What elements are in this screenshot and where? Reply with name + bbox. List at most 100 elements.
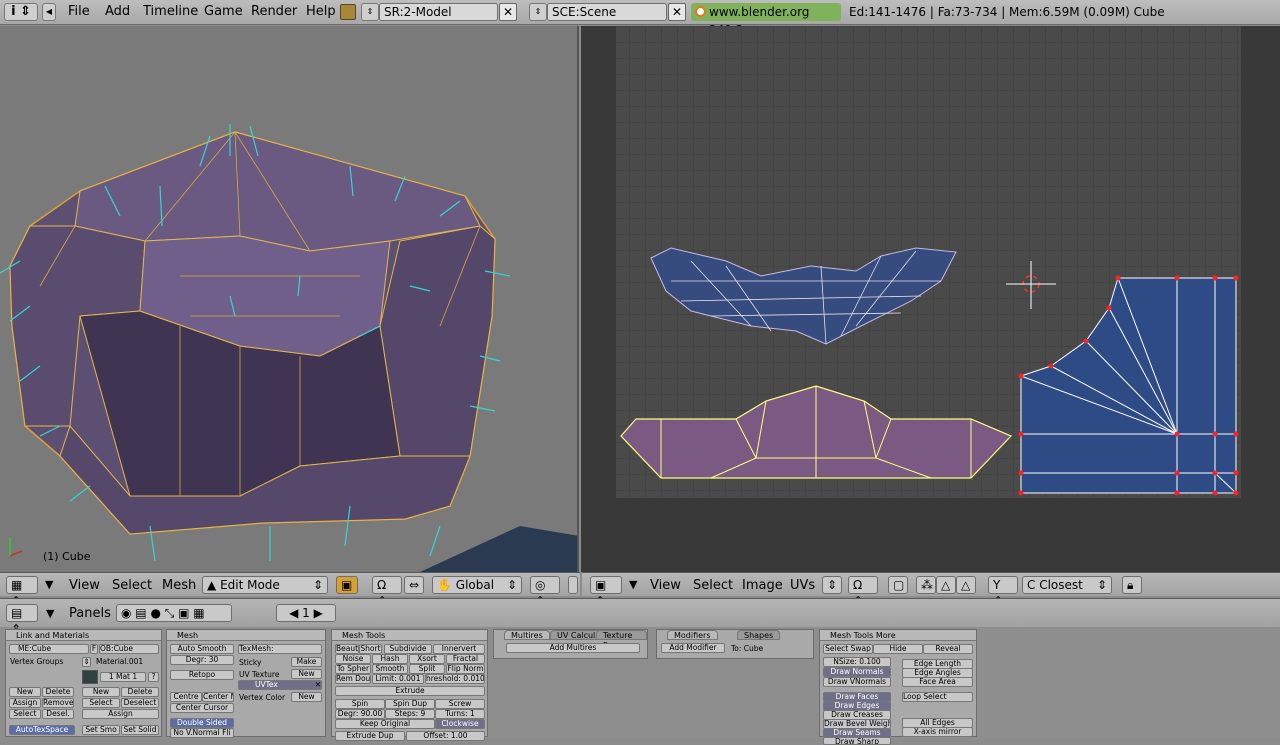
menu-timeline[interactable]: Timeline: [143, 4, 198, 19]
uv-image-menu[interactable]: Image: [742, 578, 783, 593]
tab-texture-face[interactable]: Texture Fa: [596, 630, 647, 650]
frame-field[interactable]: ◀ 1 ▶: [276, 604, 336, 622]
centre-new-button[interactable]: Center Ne: [202, 692, 234, 702]
texmesh-field[interactable]: TexMesh:: [238, 644, 322, 654]
centre-button[interactable]: Centre: [170, 692, 202, 702]
extrude-offset-field[interactable]: Offset: 1.00: [406, 731, 485, 741]
snap-select[interactable]: Ϲ Closest ⇕: [1022, 576, 1112, 594]
subdivide-button[interactable]: Subdivide: [384, 644, 432, 654]
extrude-dup-button[interactable]: Extrude Dup: [335, 731, 405, 741]
panels-menu[interactable]: Panels: [69, 606, 111, 621]
layers-button[interactable]: [568, 576, 578, 594]
spin-dup-button[interactable]: Spin Dup: [385, 699, 435, 709]
vgroup-new-button[interactable]: New: [9, 687, 41, 697]
extrude-button[interactable]: Extrude: [335, 686, 485, 696]
vgroup-assign-button[interactable]: Assign: [9, 698, 41, 708]
collapse-menu-arrow[interactable]: ◀: [42, 3, 56, 21]
spin-steps-field[interactable]: Steps: 9: [385, 709, 435, 719]
material-help-button[interactable]: ?: [148, 672, 159, 682]
no-vnormal-flip-toggle[interactable]: No V.Normal Fli: [170, 728, 234, 738]
spin-degree-field[interactable]: Degr: 90.00: [335, 709, 385, 719]
hide-button[interactable]: Hide: [873, 644, 923, 654]
uv-view-menu[interactable]: View: [650, 578, 681, 593]
scene-browse-button[interactable]: ⇕: [529, 3, 547, 21]
vgroup-desel-button[interactable]: Desel.: [42, 709, 74, 719]
keep-original-toggle[interactable]: Keep Original: [335, 719, 435, 729]
smooth-button[interactable]: Smooth: [372, 664, 408, 674]
edge-select-button[interactable]: △: [936, 576, 956, 594]
clockwise-toggle[interactable]: Clockwise: [435, 719, 485, 729]
autosmooth-degree-field[interactable]: Degr: 30: [170, 655, 234, 665]
manipulator-button[interactable]: ⇔: [404, 576, 424, 594]
vertex-select-button[interactable]: ⁂: [916, 576, 936, 594]
vgroup-delete-button[interactable]: Delete: [42, 687, 74, 697]
mesh-menu[interactable]: Mesh: [162, 578, 196, 593]
reveal-button[interactable]: Reveal: [923, 644, 973, 654]
blender-url-link[interactable]: www.blender.org 249.2: [691, 3, 841, 37]
material-select-button[interactable]: Select: [82, 698, 120, 708]
sticky-make-button[interactable]: Make: [291, 657, 322, 667]
uv-select-menu[interactable]: Select: [693, 578, 733, 593]
tab-multires[interactable]: Multires: [504, 630, 550, 640]
x-axis-mirror-toggle[interactable]: X-axis mirror: [902, 727, 973, 737]
uvtex-layer-field[interactable]: UVTex ✕: [238, 680, 322, 690]
menu-file[interactable]: File: [68, 4, 90, 19]
editor-type-button[interactable]: ▦ ⇕: [6, 576, 38, 608]
menu-add[interactable]: Add: [105, 4, 130, 19]
noise-button[interactable]: Noise: [335, 654, 371, 664]
screw-turns-field[interactable]: Turns: 1: [435, 709, 485, 719]
uv-sync-button[interactable]: ▢: [888, 576, 908, 594]
add-multires-button[interactable]: Add Multires: [506, 643, 640, 653]
screen-name-field[interactable]: SR:2-Model: [379, 3, 498, 21]
scene-delete-button[interactable]: ✕: [668, 3, 686, 21]
collapse-arrow-icon[interactable]: ▼: [45, 578, 53, 591]
xsort-button[interactable]: Xsort: [409, 654, 445, 664]
remove-doubles-button[interactable]: Rem Dou: [335, 674, 371, 684]
mesh-datablock-field[interactable]: ME:Cube: [9, 644, 89, 654]
flip-normals-button[interactable]: Flip Norm: [446, 664, 485, 674]
info-window-type-button[interactable]: i ⇕: [4, 3, 38, 21]
fake-user-button[interactable]: F: [90, 644, 98, 654]
vgroup-select-button[interactable]: Select: [9, 709, 41, 719]
set-smooth-button[interactable]: Set Smo: [82, 725, 120, 735]
vgroup-remove-button[interactable]: Remove: [42, 698, 74, 708]
uv-collapse-arrow-icon[interactable]: ▼: [629, 578, 637, 591]
uv-updown-button[interactable]: ⇕: [822, 576, 842, 594]
menu-game[interactable]: Game: [204, 4, 243, 19]
uv-editor[interactable]: [581, 26, 1280, 572]
buttons-editor-type-button[interactable]: ▤ ⇕: [6, 604, 38, 636]
limit-field[interactable]: Limit: 0.001: [372, 674, 424, 684]
mode-select[interactable]: ▲ Edit Mode ⇕: [202, 576, 328, 594]
draw-type-button[interactable]: ▣: [336, 576, 358, 594]
retopo-toggle[interactable]: Retopo: [170, 670, 234, 680]
double-sided-toggle[interactable]: Double Sided: [170, 718, 234, 728]
material-deselect-button[interactable]: Deselect: [121, 698, 159, 708]
menu-render[interactable]: Render: [251, 4, 297, 19]
vgroup-browse-button[interactable]: ⇕: [82, 657, 91, 667]
material-assign-button[interactable]: Assign: [82, 709, 159, 719]
innervert-button[interactable]: Innervert: [433, 644, 485, 654]
spin-button[interactable]: Spin: [335, 699, 385, 709]
beauty-toggle[interactable]: Beaut: [335, 644, 359, 654]
draw-vnormals-toggle[interactable]: Draw VNormals: [823, 677, 891, 687]
pivot-button[interactable]: Ω ⇕: [372, 576, 402, 608]
to-sphere-button[interactable]: To Spher: [335, 664, 371, 674]
normal-size-field[interactable]: NSize: 0.100: [823, 657, 891, 667]
material-index-field[interactable]: 1 Mat 1: [100, 672, 146, 682]
lock-button[interactable]: 🔒︎: [1122, 576, 1142, 594]
screen-delete-button[interactable]: ✕: [499, 3, 517, 21]
uv-texture-new-button[interactable]: New: [291, 669, 322, 679]
tab-uv-calculation[interactable]: UV Calcul: [550, 630, 603, 640]
tab-shapes[interactable]: Shapes: [737, 630, 781, 640]
tab-modifiers[interactable]: Modifiers: [667, 630, 718, 640]
uv-pivot-button[interactable]: Ω ⇕: [848, 576, 878, 608]
center-cursor-button[interactable]: Center Cursor: [170, 703, 234, 713]
select-menu[interactable]: Select: [112, 578, 152, 593]
material-color-swatch[interactable]: [82, 670, 98, 684]
orientation-select[interactable]: ✋ Global ⇕: [432, 576, 522, 594]
material-new-button[interactable]: New: [82, 687, 120, 697]
scene-name-field[interactable]: SCE:Scene: [547, 3, 667, 21]
auto-smooth-toggle[interactable]: Auto Smooth: [170, 644, 234, 654]
proportional-edit-button[interactable]: ◎ ⇕: [530, 576, 560, 608]
screen-browse-button[interactable]: ⇕: [361, 3, 379, 21]
